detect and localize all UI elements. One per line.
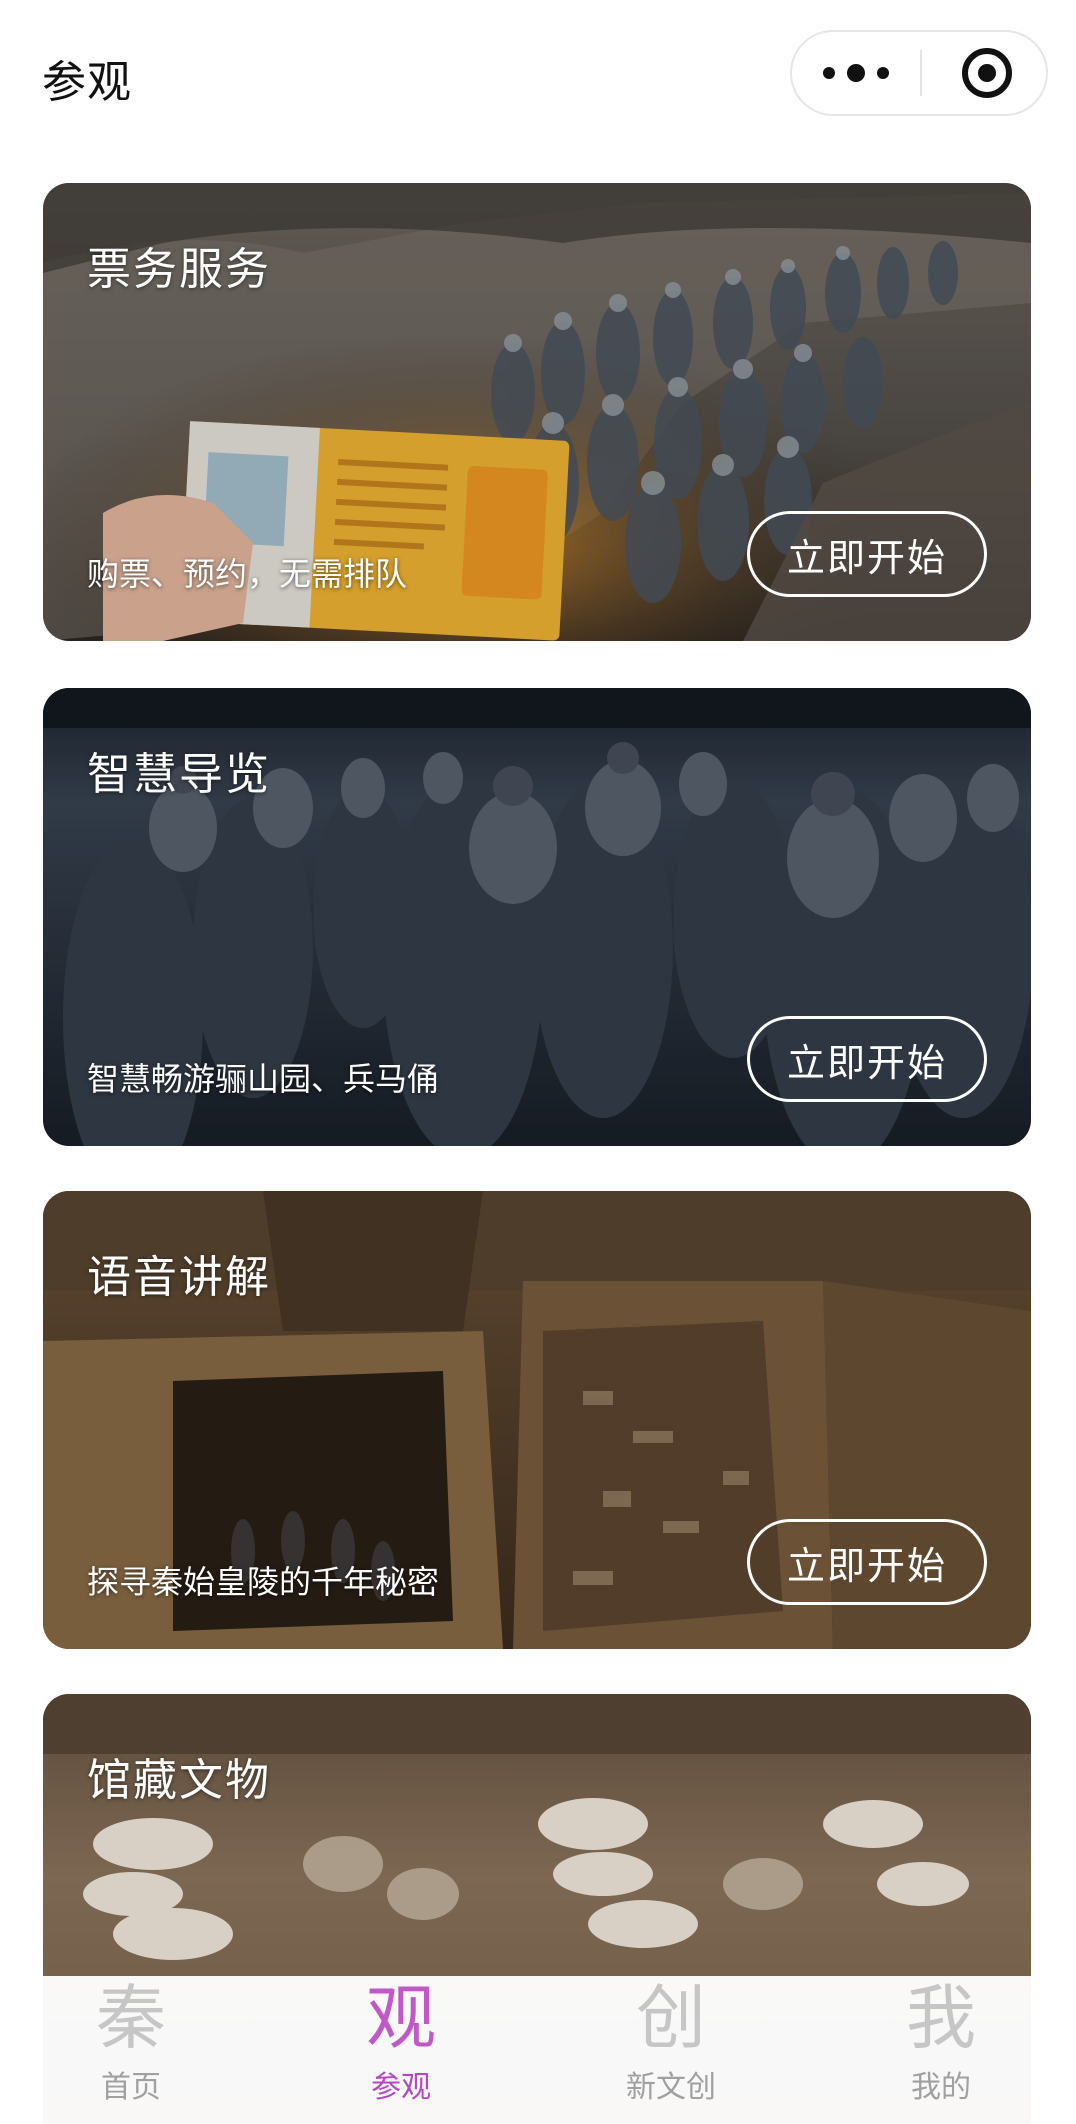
card-ticket-service[interactable]: 票务服务 购票、预约，无需排队 立即开始 [43, 183, 1031, 641]
page-title: 参观 [42, 57, 132, 108]
nav-header: 参观 [0, 0, 1076, 150]
card-subtitle: 探寻秦始皇陵的千年秘密 [87, 1563, 440, 1601]
guan-character-icon: 观 [366, 1977, 436, 2059]
qin-character-icon: 秦 [96, 1977, 166, 2059]
tab-label: 我的 [911, 2070, 971, 2105]
card-title: 语音讲解 [87, 1252, 271, 1303]
tab-mine[interactable]: 我 我的 [851, 1976, 1031, 2124]
card-subtitle: 购票、预约，无需排队 [87, 555, 408, 593]
card-title: 馆藏文物 [87, 1755, 271, 1806]
card-audio-guide[interactable]: 语音讲解 探寻秦始皇陵的千年秘密 立即开始 [43, 1191, 1031, 1649]
tab-label: 参观 [371, 2070, 431, 2105]
target-circle-icon[interactable] [962, 48, 1012, 98]
start-button[interactable]: 立即开始 [747, 511, 987, 597]
capsule-divider [920, 50, 922, 96]
tab-creative[interactable]: 创 新文创 [581, 1976, 761, 2124]
card-title: 票务服务 [87, 244, 271, 295]
tab-label: 首页 [101, 2070, 161, 2105]
start-button[interactable]: 立即开始 [747, 1519, 987, 1605]
tab-visit[interactable]: 观 参观 [311, 1976, 491, 2124]
tab-label: 新文创 [626, 2070, 716, 2105]
wo-character-icon: 我 [906, 1977, 976, 2059]
chuang-character-icon: 创 [636, 1977, 706, 2059]
bottom-tab-bar: 秦 首页 观 参观 创 新文创 我 我的 [0, 1976, 1076, 2124]
start-button[interactable]: 立即开始 [747, 1016, 987, 1102]
tab-home[interactable]: 秦 首页 [41, 1976, 221, 2124]
card-title: 智慧导览 [87, 749, 271, 800]
card-subtitle: 智慧畅游骊山园、兵马俑 [87, 1060, 440, 1098]
card-smart-guide[interactable]: 智慧导览 智慧畅游骊山园、兵马俑 立即开始 [43, 688, 1031, 1146]
mini-program-capsule [790, 30, 1048, 116]
more-dots-icon[interactable] [792, 32, 920, 114]
